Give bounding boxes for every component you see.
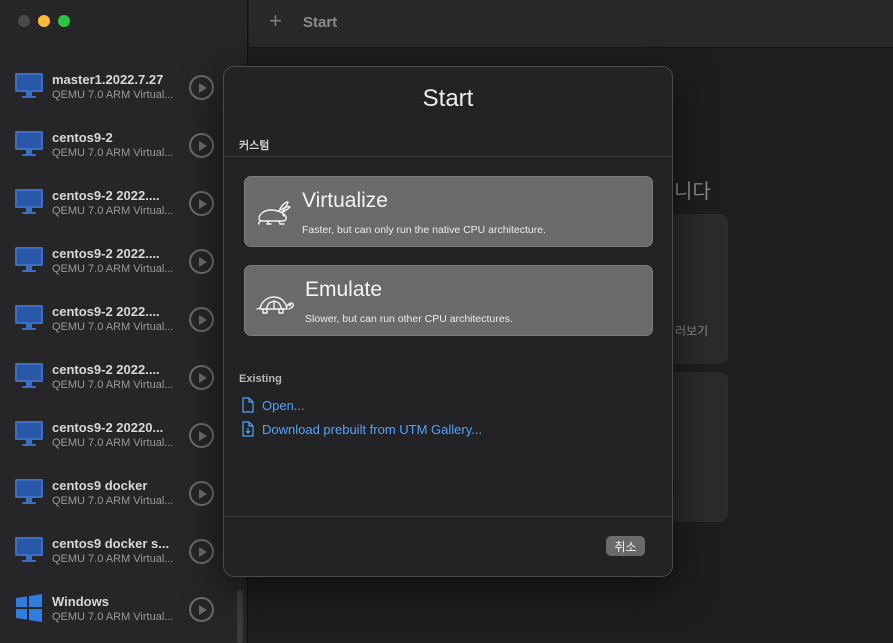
vm-list-item[interactable]: centos9 docker s... QEMU 7.0 ARM Virtual.… <box>0 522 236 580</box>
vm-list-item[interactable]: centos9-2 20220... QEMU 7.0 ARM Virtual..… <box>0 406 236 464</box>
play-icon[interactable] <box>189 481 214 506</box>
gallery-link[interactable]: Download prebuilt from UTM Gallery... <box>242 421 482 437</box>
close-window-button[interactable] <box>18 15 30 27</box>
divider <box>224 516 672 517</box>
play-icon[interactable] <box>189 133 214 158</box>
sidebar-scrollbar[interactable] <box>237 590 243 643</box>
vm-name: centos9-2 <box>52 130 113 145</box>
toolbar-title: Start <box>303 14 338 31</box>
vm-name: centos9 docker s... <box>52 536 170 551</box>
play-icon[interactable] <box>189 539 214 564</box>
monitor-icon <box>14 71 44 101</box>
monitor-icon <box>14 477 44 507</box>
download-document-icon <box>242 421 254 437</box>
maximize-window-button[interactable] <box>58 15 70 27</box>
vm-subtitle: QEMU 7.0 ARM Virtual... <box>52 89 174 101</box>
play-icon[interactable] <box>189 191 214 216</box>
vm-name: centos9-2 2022.... <box>52 188 160 203</box>
vm-subtitle: QEMU 7.0 ARM Virtual... <box>52 495 174 507</box>
monitor-icon <box>14 303 44 333</box>
play-icon[interactable] <box>189 365 214 390</box>
play-icon[interactable] <box>189 597 214 622</box>
monitor-icon <box>14 535 44 565</box>
background-card <box>669 214 728 364</box>
emulate-description: Slower, but can run other CPU architectu… <box>305 313 513 325</box>
play-icon[interactable] <box>189 423 214 448</box>
virtualize-description: Faster, but can only run the native CPU … <box>302 224 546 236</box>
toolbar: + Start <box>249 0 893 48</box>
vm-subtitle: QEMU 7.0 ARM Virtual... <box>52 263 174 275</box>
vm-subtitle: QEMU 7.0 ARM Virtual... <box>52 321 174 333</box>
monitor-icon <box>14 187 44 217</box>
window-controls <box>18 15 70 27</box>
vm-list-item[interactable]: centos9-2 QEMU 7.0 ARM Virtual... <box>0 116 236 174</box>
open-link-label[interactable]: Open... <box>262 398 305 413</box>
vm-list-item[interactable]: centos9-2 2022.... QEMU 7.0 ARM Virtual..… <box>0 348 236 406</box>
vm-list-item[interactable]: centos9-2 2022.... QEMU 7.0 ARM Virtual..… <box>0 174 236 232</box>
vm-name: master1.2022.7.27 <box>52 72 164 87</box>
vm-name: centos9-2 2022.... <box>52 246 160 261</box>
background-card <box>669 372 728 522</box>
virtualize-button[interactable]: Virtualize Faster, but can only run the … <box>244 176 653 247</box>
open-link[interactable]: Open... <box>242 397 305 413</box>
vm-name: centos9 docker <box>52 478 148 493</box>
divider <box>224 156 672 157</box>
play-icon[interactable] <box>189 249 214 274</box>
play-icon[interactable] <box>189 307 214 332</box>
windows-icon <box>14 593 44 623</box>
vm-name: centos9-2 20220... <box>52 420 164 435</box>
emulate-button[interactable]: Emulate Slower, but can run other CPU ar… <box>244 265 653 336</box>
document-icon <box>242 397 254 413</box>
rabbit-icon <box>257 201 291 225</box>
vm-name: Windows <box>52 594 109 609</box>
turtle-icon <box>256 296 294 314</box>
vm-list-item[interactable]: Windows QEMU 7.0 ARM Virtual... <box>0 580 236 638</box>
existing-section-label: Existing <box>239 373 282 385</box>
vm-name: centos9-2 2022.... <box>52 362 160 377</box>
vm-subtitle: QEMU 7.0 ARM Virtual... <box>52 553 174 565</box>
vm-subtitle: QEMU 7.0 ARM Virtual... <box>52 611 174 623</box>
vm-name: centos9-2 2022.... <box>52 304 160 319</box>
background-heading: 니다 <box>674 181 711 203</box>
monitor-icon <box>14 361 44 391</box>
start-dialog: Start 커스텀 Virtualize Faster, but can onl… <box>223 66 673 577</box>
minimize-window-button[interactable] <box>38 15 50 27</box>
vm-list-item[interactable]: master1.2022.7.27 QEMU 7.0 ARM Virtual... <box>0 58 236 116</box>
vm-subtitle: QEMU 7.0 ARM Virtual... <box>52 205 174 217</box>
sidebar: master1.2022.7.27 QEMU 7.0 ARM Virtual...… <box>0 0 248 643</box>
monitor-icon <box>14 129 44 159</box>
custom-section-label: 커스텀 <box>239 140 270 152</box>
gallery-link-label[interactable]: Download prebuilt from UTM Gallery... <box>262 422 482 437</box>
vm-list: master1.2022.7.27 QEMU 7.0 ARM Virtual...… <box>0 58 236 638</box>
vm-list-item[interactable]: centos9 docker QEMU 7.0 ARM Virtual... <box>0 464 236 522</box>
cancel-button[interactable]: 취소 <box>606 536 645 556</box>
monitor-icon <box>14 245 44 275</box>
vm-subtitle: QEMU 7.0 ARM Virtual... <box>52 437 174 449</box>
play-icon[interactable] <box>189 75 214 100</box>
emulate-title: Emulate <box>305 278 383 301</box>
virtualize-title: Virtualize <box>302 189 388 212</box>
vm-list-item[interactable]: centos9-2 2022.... QEMU 7.0 ARM Virtual..… <box>0 232 236 290</box>
vm-subtitle: QEMU 7.0 ARM Virtual... <box>52 379 174 391</box>
background-card-text: 러보기 <box>675 324 709 338</box>
dialog-title: Start <box>422 85 474 112</box>
plus-icon[interactable]: + <box>269 10 282 32</box>
vm-subtitle: QEMU 7.0 ARM Virtual... <box>52 147 174 159</box>
monitor-icon <box>14 419 44 449</box>
vm-list-item[interactable]: centos9-2 2022.... QEMU 7.0 ARM Virtual..… <box>0 290 236 348</box>
